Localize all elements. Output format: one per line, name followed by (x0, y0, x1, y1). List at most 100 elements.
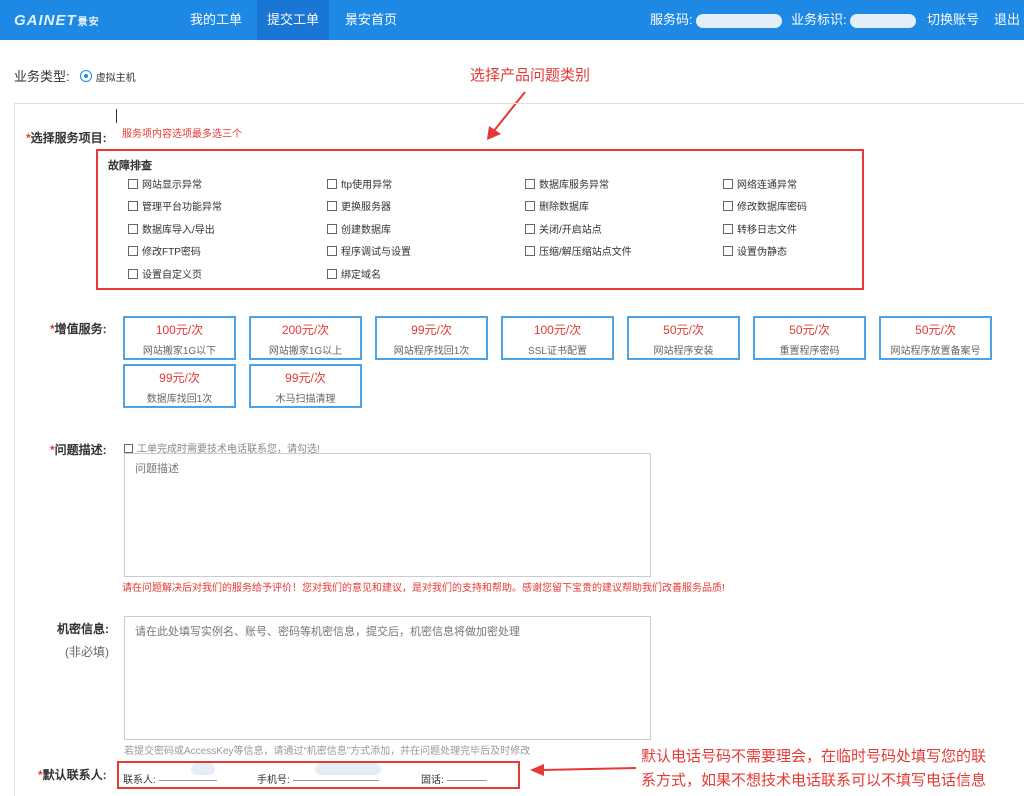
checkbox[interactable] (128, 179, 138, 189)
service-code-label: 服务码: (650, 12, 693, 27)
option-network-error[interactable]: 网络连通异常 (723, 176, 797, 191)
service-items-label: *选择服务项目: (26, 131, 107, 145)
service-price: 50元/次 (789, 323, 830, 337)
contact-phone-field[interactable]: 固话: (421, 771, 487, 786)
option-db-import-export[interactable]: 数据库导入/导出 (128, 221, 215, 236)
default-contact-label: *默认联系人: (38, 768, 107, 782)
service-price: 99元/次 (159, 371, 200, 385)
service-card[interactable]: 50元/次重置程序密码 (753, 316, 866, 360)
business-id-label: 业务标识: (791, 12, 847, 27)
checkbox[interactable] (723, 201, 733, 211)
logout-link[interactable]: 退出 (994, 0, 1020, 40)
service-price: 100元/次 (155, 323, 204, 337)
option-website-display-error[interactable]: 网站显示异常 (128, 176, 202, 191)
option-db-service-error[interactable]: 数据库服务异常 (525, 176, 609, 191)
service-name: 网站搬家1G以上 (268, 346, 343, 357)
contact-name-masked (191, 763, 215, 775)
checkbox[interactable] (525, 246, 535, 256)
option-toggle-site[interactable]: 关闭/开启站点 (525, 221, 602, 236)
service-card[interactable]: 100元/次 SSL证书配置 (501, 316, 614, 360)
text-cursor (116, 109, 117, 123)
business-id-value-masked (850, 13, 917, 28)
annotation-contact-note: 默认电话号码不需要理会，在临时号码处填写您的联 系方式，如果不想技术电话联系可以… (641, 748, 987, 789)
checkbox[interactable] (128, 201, 138, 211)
service-card[interactable]: 200元/次网站搬家1G以上 (249, 316, 362, 360)
contact-mobile-masked (315, 763, 381, 775)
option-compress-files[interactable]: 压缩/解压缩站点文件 (525, 243, 632, 258)
service-card[interactable]: 99元/次数据库找回1次 (123, 364, 236, 408)
checkbox[interactable] (327, 179, 337, 189)
checkbox[interactable] (128, 269, 138, 279)
gainet-logo[interactable]: GAINET景安 (14, 12, 100, 29)
top-navigation-bar: GAINET景安 我的工单 提交工单 景安首页 服务码: 业务标识: 切换账号 … (0, 0, 1024, 40)
service-card[interactable]: 50元/次网站程序安装 (627, 316, 740, 360)
option-change-server[interactable]: 更换服务器 (327, 198, 391, 213)
service-card[interactable]: 50元/次网站程序放置备案号 (879, 316, 992, 360)
service-price: 50元/次 (915, 323, 956, 337)
value-added-label: *增值服务: (50, 322, 107, 336)
problem-description-textarea[interactable] (124, 453, 651, 577)
secret-info-note: 若提交密码或AccessKey等信息，请通过“机密信息”方式添加，并在问题处理完… (124, 746, 531, 757)
service-price: 200元/次 (281, 323, 330, 337)
service-name: 木马扫描清理 (275, 394, 336, 405)
checkbox[interactable] (327, 224, 337, 234)
option-create-db[interactable]: 创建数据库 (327, 221, 391, 236)
option-ftp-error[interactable]: ftp使用异常 (327, 176, 392, 191)
service-name: 网站搬家1G以下 (142, 346, 217, 357)
fault-troubleshooting-group: 故障排查 网站显示异常 ftp使用异常 数据库服务异常 网络连通异常 管理平台功… (96, 149, 864, 290)
service-name: 网站程序找回1次 (393, 346, 470, 357)
business-type-row: 业务类型: 虚拟主机 (14, 66, 136, 85)
service-card[interactable]: 99元/次网站程序找回1次 (375, 316, 488, 360)
checkbox[interactable] (327, 246, 337, 256)
option-program-debug[interactable]: 程序调试与设置 (327, 243, 411, 258)
service-price: 100元/次 (533, 323, 582, 337)
annotation-select-category: 选择产品问题类别 (470, 67, 591, 84)
checkbox[interactable] (723, 224, 733, 234)
checkbox[interactable] (723, 179, 733, 189)
checkbox[interactable] (525, 179, 535, 189)
option-change-db-password[interactable]: 修改数据库密码 (723, 198, 807, 213)
service-price: 99元/次 (411, 323, 452, 337)
secret-info-textarea[interactable] (124, 616, 651, 740)
service-code-value-masked (696, 13, 783, 28)
logo-cn-text: 景安 (77, 17, 100, 28)
logo-text: GAINET (14, 12, 77, 29)
nav-my-tickets[interactable]: 我的工单 (180, 0, 252, 40)
checkbox[interactable] (723, 246, 733, 256)
checkbox[interactable] (327, 269, 337, 279)
radio-virtual-host[interactable] (79, 70, 92, 82)
checkbox[interactable] (525, 201, 535, 211)
service-name: 网站程序放置备案号 (890, 346, 981, 357)
service-code: 服务码: (650, 0, 783, 40)
service-name: 数据库找回1次 (146, 394, 213, 405)
service-price: 50元/次 (663, 323, 704, 337)
nav-gainet-home[interactable]: 景安首页 (335, 0, 407, 40)
switch-account-link[interactable]: 切换账号 (927, 0, 979, 40)
option-bind-domain[interactable]: 绑定域名 (327, 266, 381, 281)
service-card[interactable]: 100元/次网站搬家1G以下 (123, 316, 236, 360)
business-type-option[interactable]: 虚拟主机 (96, 73, 136, 84)
checkbox[interactable] (327, 201, 337, 211)
contact-info-box: 联系人: 手机号: 固话: (117, 761, 520, 789)
fault-group-title: 故障排查 (108, 160, 152, 172)
checkbox[interactable] (525, 224, 535, 234)
option-pseudo-static[interactable]: 设置伪静态 (723, 243, 787, 258)
option-move-log-files[interactable]: 转移日志文件 (723, 221, 797, 236)
service-card[interactable]: 99元/次 木马扫描清理 (249, 364, 362, 408)
checkbox[interactable] (128, 224, 138, 234)
nav-submit-ticket[interactable]: 提交工单 (257, 0, 330, 40)
problem-description-label: *问题描述: (50, 443, 107, 457)
option-panel-function-error[interactable]: 管理平台功能异常 (128, 198, 222, 213)
service-name: SSL证书配置 (528, 346, 587, 357)
service-name: 重置程序密码 (779, 346, 840, 357)
annotation-arrow-bottom (530, 764, 637, 776)
business-id: 业务标识: (791, 0, 917, 40)
service-name: 网站程序安装 (653, 346, 714, 357)
checkbox[interactable] (128, 246, 138, 256)
business-type-label: 业务类型: (14, 69, 70, 84)
option-delete-db[interactable]: 删除数据库 (525, 198, 589, 213)
feedback-notice: 请在问题解决后对我们的服务给予评价！您对我们的意见和建议，是对我们的支持和帮助。… (122, 583, 725, 594)
option-custom-page[interactable]: 设置自定义页 (128, 266, 202, 281)
phone-contact-checkbox[interactable] (124, 444, 133, 453)
option-change-ftp-password[interactable]: 修改FTP密码 (128, 243, 201, 258)
